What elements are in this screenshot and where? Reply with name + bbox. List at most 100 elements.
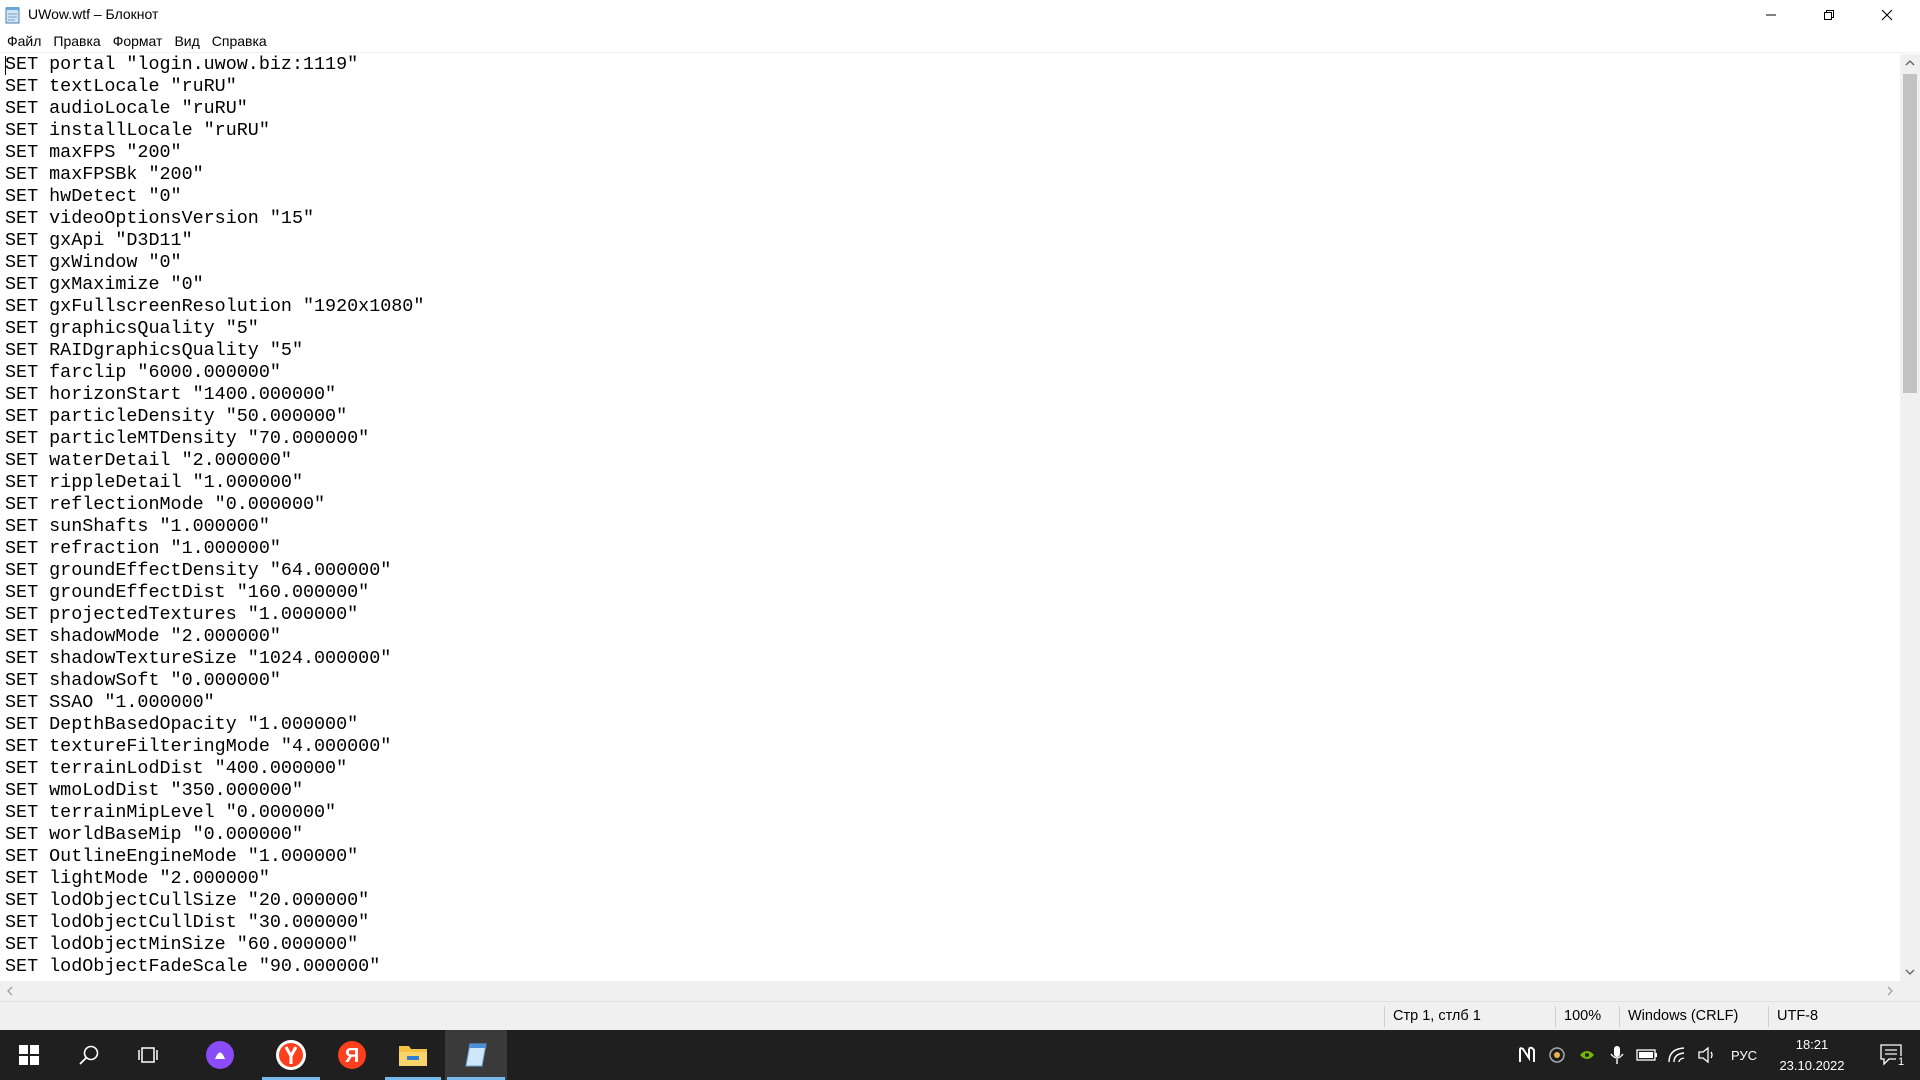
minimize-button[interactable] xyxy=(1742,0,1800,30)
editor-line[interactable]: SET groundEffectDist "160.000000" xyxy=(5,582,424,604)
tray-battery[interactable] xyxy=(1634,1030,1660,1080)
editor-line[interactable]: SET lodObjectCullDist "30.000000" xyxy=(5,912,424,934)
editor-line[interactable]: SET shadowTextureSize "1024.000000" xyxy=(5,648,424,670)
battery-icon xyxy=(1636,1049,1657,1061)
editor-line[interactable]: SET refraction "1.000000" xyxy=(5,538,424,560)
folder-icon xyxy=(399,1046,427,1066)
editor-line[interactable]: SET farclip "6000.000000" xyxy=(5,362,424,384)
status-bar: Стр 1, стлб 1 100% Windows (CRLF) UTF-8 xyxy=(0,1001,1920,1031)
close-button[interactable] xyxy=(1858,0,1916,30)
editor-line[interactable]: SET wmoLodDist "350.000000" xyxy=(5,780,424,802)
editor-line[interactable]: SET installLocale "ruRU" xyxy=(5,120,424,142)
svg-text:Я: Я xyxy=(345,1045,359,1067)
text-editor[interactable]: SET portal "login.uwow.biz:1119" SET text… xyxy=(0,54,1899,981)
editor-line[interactable]: SET videoOptionsVersion "15" xyxy=(5,208,424,230)
nvidia-icon xyxy=(1580,1051,1594,1059)
yandex-icon: Я xyxy=(338,1041,366,1069)
taskbar-file-explorer[interactable] xyxy=(383,1030,443,1080)
editor-line[interactable]: SET groundEffectDensity "64.000000" xyxy=(5,560,424,582)
task-view-icon xyxy=(138,1047,158,1063)
tray-steam[interactable] xyxy=(1544,1030,1570,1080)
clock-date: 23.10.2022 xyxy=(1779,1058,1845,1073)
vertical-scroll-thumb[interactable] xyxy=(1903,74,1917,393)
vertical-scrollbar[interactable] xyxy=(1900,54,1920,981)
editor-line[interactable]: SET RAIDgraphicsQuality "5" xyxy=(5,340,424,362)
editor-line[interactable]: SET waterDetail "2.000000" xyxy=(5,450,424,472)
taskbar: Я РУС 18:21 23.10.2022 1 xyxy=(0,1030,1920,1080)
tray-volume[interactable] xyxy=(1694,1030,1720,1080)
tray-wifi[interactable] xyxy=(1664,1030,1690,1080)
editor-line[interactable]: SET horizonStart "1400.000000" xyxy=(5,384,424,406)
tray-clock[interactable]: 18:21 23.10.2022 xyxy=(1760,1034,1864,1076)
editor-line[interactable]: SET sunShafts "1.000000" xyxy=(5,516,424,538)
editor-line[interactable]: SET graphicsQuality "5" xyxy=(5,318,424,340)
editor-line[interactable]: SET shadowSoft "0.000000" xyxy=(5,670,424,692)
editor-line[interactable]: SET lightMode "2.000000" xyxy=(5,868,424,890)
editor-line[interactable]: SET OutlineEngineMode "1.000000" xyxy=(5,846,424,868)
microphone-icon xyxy=(1610,1046,1624,1064)
editor-line[interactable]: SET particleDensity "50.000000" xyxy=(5,406,424,428)
editor-line[interactable]: SET lodObjectMinSize "60.000000" xyxy=(5,934,424,956)
editor-line[interactable]: SET lodObjectFadeScale "90.000000" xyxy=(5,956,424,978)
editor-line[interactable]: SET maxFPSBk "200" xyxy=(5,164,424,186)
tray-nvidia[interactable] xyxy=(1574,1030,1600,1080)
editor-line[interactable]: SET gxApi "D3D11" xyxy=(5,230,424,252)
notepad-icon xyxy=(5,7,20,24)
scroll-right-button[interactable] xyxy=(1880,981,1900,1001)
tray-microphone[interactable] xyxy=(1604,1030,1630,1080)
close-icon xyxy=(1881,9,1893,21)
editor-text[interactable]: SET portal "login.uwow.biz:1119" SET text… xyxy=(5,54,424,978)
editor-line[interactable]: SET SSAO "1.000000" xyxy=(5,692,424,714)
chevron-right-icon xyxy=(1887,986,1893,996)
menu-format[interactable]: Формат xyxy=(107,30,169,52)
menu-divider xyxy=(0,52,1920,53)
zoom-level: 100% xyxy=(1564,1008,1602,1024)
cursor-position: Стр 1, стлб 1 xyxy=(1393,1008,1481,1024)
app-logo-icon xyxy=(1519,1046,1535,1062)
task-view-button[interactable] xyxy=(120,1030,178,1080)
tray-app-icon[interactable] xyxy=(1514,1030,1540,1080)
clock-time: 18:21 xyxy=(1795,1037,1829,1052)
editor-line[interactable]: SET lodObjectCullSize "20.000000" xyxy=(5,890,424,912)
editor-line[interactable]: SET gxMaximize "0" xyxy=(5,274,424,296)
editor-line[interactable]: SET terrainLodDist "400.000000" xyxy=(5,758,424,780)
editor-line[interactable]: SET maxFPS "200" xyxy=(5,142,424,164)
notification-count: 1 xyxy=(1896,1056,1907,1068)
scroll-up-button[interactable] xyxy=(1900,54,1920,72)
taskbar-alice[interactable] xyxy=(190,1030,250,1080)
scroll-left-button[interactable] xyxy=(0,981,20,1001)
scroll-down-button[interactable] xyxy=(1900,963,1920,981)
taskbar-notepad[interactable] xyxy=(445,1030,507,1080)
menu-view[interactable]: Вид xyxy=(168,30,205,52)
notification-center-button[interactable]: 1 xyxy=(1864,1030,1920,1080)
minimize-icon xyxy=(1766,14,1776,16)
title-bar[interactable]: UWow.wtf – Блокнот xyxy=(0,0,1920,30)
restore-button[interactable] xyxy=(1800,0,1858,30)
taskbar-yandex-browser[interactable] xyxy=(260,1030,322,1080)
editor-line[interactable]: SET projectedTextures "1.000000" xyxy=(5,604,424,626)
editor-line[interactable]: SET particleMTDensity "70.000000" xyxy=(5,428,424,450)
editor-line[interactable]: SET textureFilteringMode "4.000000" xyxy=(5,736,424,758)
scrollbar-corner xyxy=(1900,981,1920,1001)
editor-line[interactable]: SET reflectionMode "0.000000" xyxy=(5,494,424,516)
editor-line[interactable]: SET worldBaseMip "0.000000" xyxy=(5,824,424,846)
menu-help[interactable]: Справка xyxy=(206,30,273,52)
taskbar-yandex[interactable]: Я xyxy=(322,1030,382,1080)
search-button[interactable] xyxy=(60,1030,118,1080)
search-icon xyxy=(79,1045,99,1065)
editor-line[interactable]: SET audioLocale "ruRU" xyxy=(5,98,424,120)
editor-line[interactable]: SET rippleDetail "1.000000" xyxy=(5,472,424,494)
menu-file[interactable]: Файл xyxy=(0,30,47,52)
notepad-icon xyxy=(465,1043,487,1067)
editor-line[interactable]: SET gxFullscreenResolution "1920x1080" xyxy=(5,296,424,318)
editor-line[interactable]: SET hwDetect "0" xyxy=(5,186,424,208)
menu-edit[interactable]: Правка xyxy=(47,30,106,52)
editor-line[interactable]: SET gxWindow "0" xyxy=(5,252,424,274)
horizontal-scrollbar[interactable] xyxy=(0,981,1900,1001)
start-button[interactable] xyxy=(0,1030,58,1080)
editor-line[interactable]: SET shadowMode "2.000000" xyxy=(5,626,424,648)
editor-line[interactable]: SET textLocale "ruRU" xyxy=(5,76,424,98)
editor-line[interactable]: SET terrainMipLevel "0.000000" xyxy=(5,802,424,824)
editor-line[interactable]: SET portal "login.uwow.biz:1119" xyxy=(5,54,424,76)
editor-line[interactable]: SET DepthBasedOpacity "1.000000" xyxy=(5,714,424,736)
